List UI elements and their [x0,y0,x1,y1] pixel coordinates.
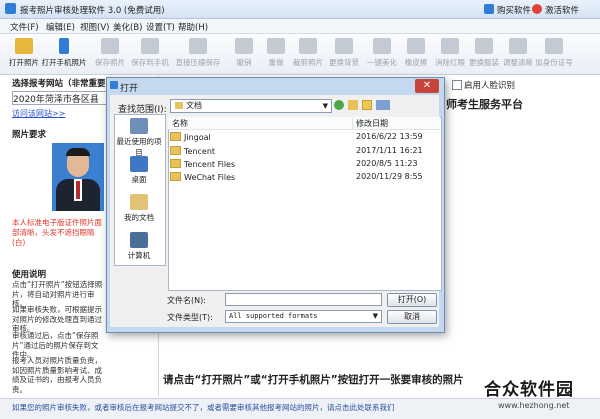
beautify-icon [373,38,391,54]
file-row[interactable]: Jingoal 2016/6/22 13:59 [170,132,435,142]
contact-us-link[interactable]: 如果您的照片审核失败，或者审核后在报考网站提交不了，或者需要审核其他报考网站的照… [12,402,395,413]
crop-icon [299,38,317,54]
site-select[interactable]: 2020年菏泽市各区县 [12,91,108,105]
clothes-icon [475,38,493,54]
activate-icon[interactable] [532,4,542,14]
filetype-select[interactable]: All supported formats ▼ [225,310,382,323]
file-row[interactable]: Tencent Files 2020/8/5 11:23 [170,159,435,169]
change-background-button[interactable]: 更换背景 [326,36,362,72]
filename-input[interactable] [225,293,382,306]
documents-icon [130,194,148,210]
undo-icon [235,38,253,54]
recent-icon [130,118,148,134]
face-check-label: 启用人脸识别 [464,81,516,91]
menu-help[interactable]: 帮助(H) [178,21,208,33]
close-icon[interactable]: ✕ [415,79,439,93]
folder-icon [175,102,183,109]
sample-photo [52,143,104,211]
redeye-icon [441,38,459,54]
file-list[interactable] [168,117,442,291]
app-icon [5,3,16,14]
look-in-select[interactable]: 文档 ▼ [170,99,332,113]
compress-icon [189,38,207,54]
activate-software-link[interactable]: 激活软件 [545,4,579,16]
place-documents[interactable]: 我的文档 [114,194,164,223]
filetype-label: 文件类型(T): [167,313,213,322]
dialog-title: 打开 [120,84,139,94]
folder-icon [170,159,181,168]
background-icon [335,38,353,54]
chevron-down-icon: ▼ [322,102,328,110]
menu-beautify[interactable]: 美化(B) [113,21,142,33]
open-phone-photo-button[interactable]: 打开手机照片 [42,36,87,72]
place-computer[interactable]: 计算机 [114,232,164,261]
up-folder-icon[interactable] [348,100,358,110]
open-photo-button[interactable]: 打开照片 [6,36,42,72]
chevron-down-icon: ▼ [372,312,378,320]
desktop-icon [130,156,148,172]
compress-save-button[interactable]: 直接压缩保存 [176,36,221,72]
save-phone-icon [141,38,159,54]
usage-title: 使用说明 [12,270,47,280]
cancel-button[interactable]: 取消 [387,310,437,324]
instruction-text: 请点击“打开照片”或“打开手机照片”按钮打开一张要审核的照片 [163,374,464,386]
watermark-text: 合众软件园 [484,380,574,400]
open-button[interactable]: 打开(O) [387,293,437,307]
dialog-app-icon [110,81,118,89]
cart-icon[interactable] [484,4,494,14]
window-title: 报考照片审核处理软件 3.0 (免费试用) [20,6,165,16]
folder-icon [170,146,181,155]
watermark-url: www.hezhong.net [498,401,570,410]
place-desktop[interactable]: 桌面 [114,156,164,185]
place-recent[interactable]: 最近使用的项目 [114,118,164,158]
filename-label: 文件名(N): [167,296,206,305]
visit-site-link[interactable]: 访问该网站>> [12,108,65,119]
folder-icon [170,132,181,141]
menu-settings[interactable]: 设置(T) [146,21,175,33]
id-icon [545,38,563,54]
file-row[interactable]: Tencent 2017/1/11 16:21 [170,146,435,156]
save-to-phone-button[interactable]: 保存到手机 [131,36,169,72]
menu-view[interactable]: 视图(V) [80,21,109,33]
new-folder-icon[interactable] [362,100,372,110]
usage-step: 如果审核失败，可根据提示对照片的修改处理直到通过审核。 [12,305,102,333]
eraser-icon [407,38,425,54]
view-menu-icon[interactable] [376,100,390,110]
photo-requirements-title: 照片要求 [12,130,47,140]
platform-title: 师考生服务平台 [446,98,523,111]
site-select-label: 选择报考网站（非常重要 [12,79,106,89]
column-date[interactable]: 修改日期 [352,118,388,129]
redo-icon [267,38,285,54]
folder-open-icon [15,38,33,54]
menu-edit[interactable]: 编辑(E) [46,21,75,33]
add-id-button[interactable]: 加身份证号 [535,36,573,72]
column-name[interactable]: 名称 [172,118,188,129]
photo-requirement-note: 本人标准电子版证件照片面部清晰，头发不遮挡眼睛(白) [12,218,102,247]
buy-software-link[interactable]: 购买软件 [497,4,531,16]
phone-icon [59,38,69,54]
folder-icon [170,172,181,181]
file-row[interactable]: WeChat Files 2020/11/29 8:55 [170,172,435,182]
menu-file[interactable]: 文件(F) [10,21,39,33]
usage-step: 报考人员对照片质量负责，如因照片质量影响考试、成绩及证书的，由报考人员负责。 [12,356,102,394]
save-icon [101,38,119,54]
sharpen-icon [509,38,527,54]
computer-icon [130,232,148,248]
save-photo-button[interactable]: 保存照片 [92,36,128,72]
back-icon[interactable] [334,100,344,110]
face-check-checkbox[interactable] [452,80,462,90]
file-list-header: 名称 修改日期 [168,117,440,130]
